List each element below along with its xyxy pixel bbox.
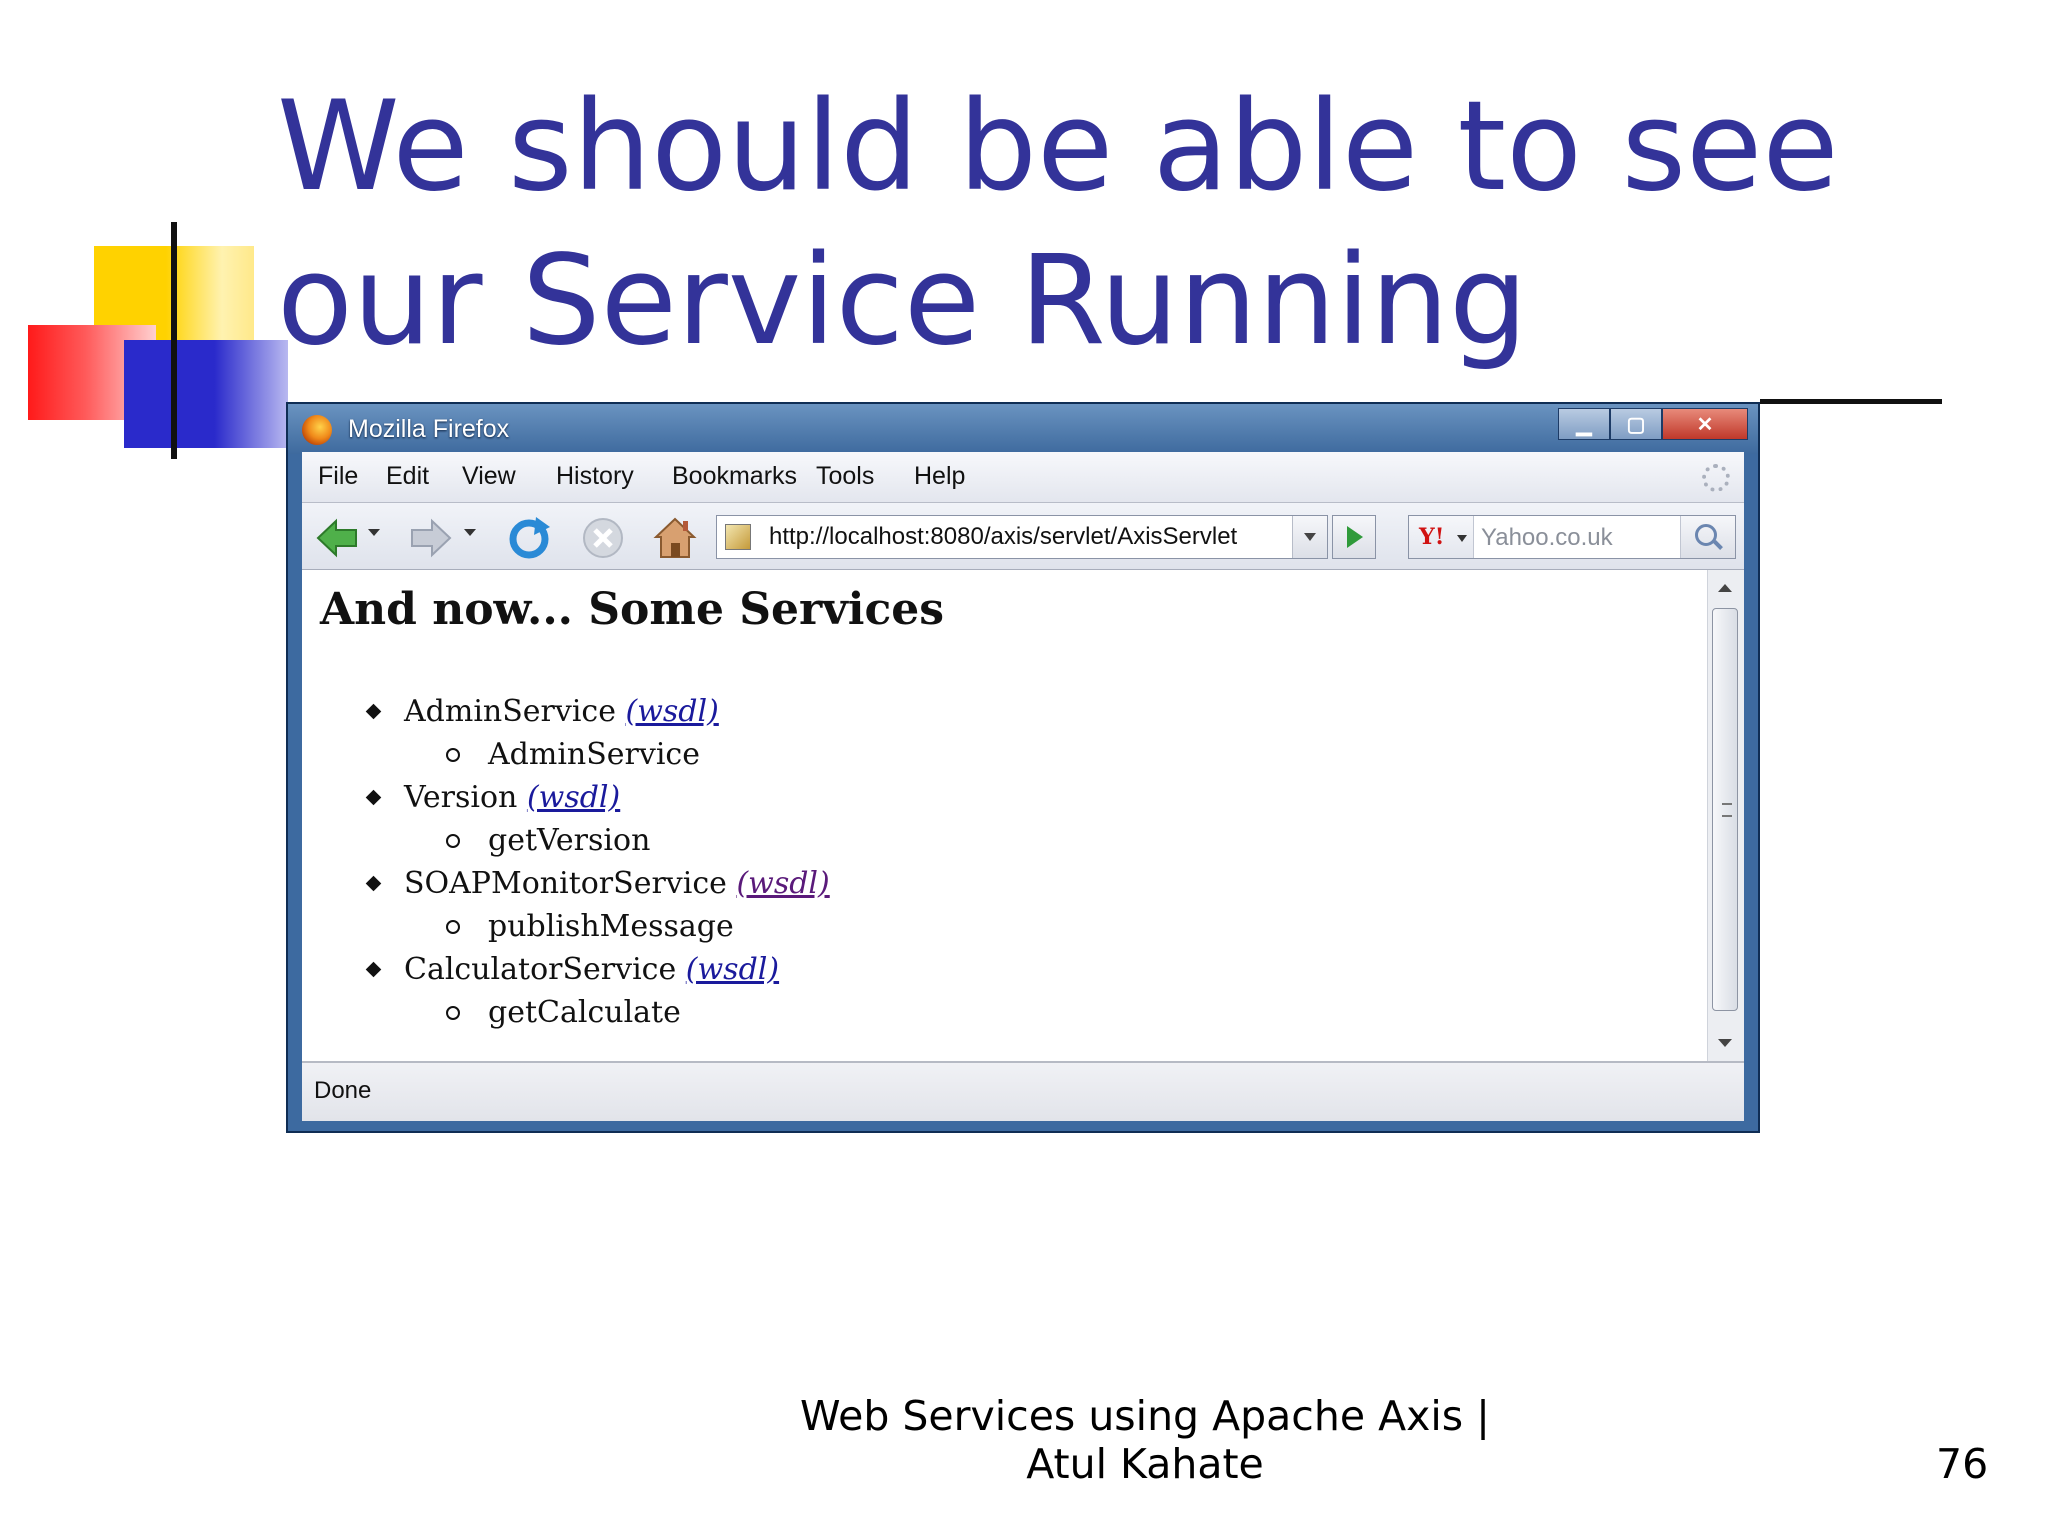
- operation-name: getCalculate: [488, 995, 681, 1030]
- search-box[interactable]: Y! Yahoo.co.uk: [1408, 515, 1736, 559]
- circle-bullet-icon: [446, 748, 460, 762]
- menu-view[interactable]: View: [462, 462, 516, 491]
- operation-item: getVersion: [358, 819, 830, 862]
- window-title: Mozilla Firefox: [348, 415, 510, 443]
- home-icon[interactable]: [652, 515, 698, 561]
- page-number: 76: [1936, 1440, 1989, 1488]
- page-heading: And now... Some Services: [320, 584, 945, 635]
- service-item: SOAPMonitorService (wsdl): [358, 862, 830, 905]
- grip-icon: [1722, 802, 1732, 817]
- menu-bar: File Edit View History Bookmarks Tools H…: [302, 452, 1744, 503]
- operation-item: getCalculate: [358, 991, 830, 1034]
- operation-name: publishMessage: [488, 909, 734, 944]
- wsdl-link[interactable]: (wsdl): [626, 694, 719, 729]
- service-name: AdminService: [404, 694, 616, 729]
- menu-history[interactable]: History: [556, 462, 634, 491]
- decorative-vertical-line: [171, 222, 177, 459]
- bullet-icon: [365, 703, 382, 720]
- scroll-thumb[interactable]: [1712, 608, 1738, 1011]
- footer-line-1: Web Services using Apache Axis |: [799, 1392, 1490, 1440]
- circle-bullet-icon: [446, 920, 460, 934]
- yahoo-logo-icon: Y!: [1419, 524, 1445, 550]
- go-button[interactable]: [1332, 515, 1376, 559]
- decorative-blue-square: [124, 340, 288, 448]
- service-name: CalculatorService: [404, 952, 677, 987]
- slide-footer: Web Services using Apache Axis | Atul Ka…: [780, 1392, 1510, 1488]
- service-name: SOAPMonitorService: [404, 866, 727, 901]
- vertical-scrollbar[interactable]: [1707, 570, 1744, 1061]
- bullet-icon: [365, 789, 382, 806]
- operation-name: getVersion: [488, 823, 651, 858]
- url-input[interactable]: http://localhost:8080/axis/servlet/AxisS…: [769, 523, 1237, 551]
- window-controls: ▁ ▢ ✕: [1558, 408, 1748, 440]
- browser-frame: File Edit View History Bookmarks Tools H…: [302, 452, 1744, 1121]
- operation-name: AdminService: [488, 737, 700, 772]
- decorative-horizontal-line: [1760, 399, 1942, 404]
- bullet-icon: [365, 961, 382, 978]
- service-name: Version: [404, 780, 518, 815]
- url-bar[interactable]: http://localhost:8080/axis/servlet/AxisS…: [716, 515, 1328, 559]
- page-content: And now... Some Services AdminService (w…: [302, 570, 1708, 1061]
- wsdl-link[interactable]: (wsdl): [686, 952, 779, 987]
- operation-item: AdminService: [358, 733, 830, 776]
- menu-bookmarks[interactable]: Bookmarks: [672, 462, 797, 491]
- forward-arrow-icon[interactable]: [408, 515, 454, 561]
- search-engine-selector[interactable]: Y!: [1409, 516, 1474, 558]
- maximize-button[interactable]: ▢: [1610, 408, 1662, 440]
- service-item: AdminService (wsdl): [358, 690, 830, 733]
- stop-icon[interactable]: [580, 515, 626, 561]
- operation-item: publishMessage: [358, 905, 830, 948]
- circle-bullet-icon: [446, 1006, 460, 1020]
- footer-line-2: Atul Kahate: [1026, 1440, 1264, 1488]
- back-arrow-icon[interactable]: [314, 515, 360, 561]
- scroll-down-icon[interactable]: [1718, 1039, 1732, 1047]
- reload-icon[interactable]: [506, 515, 552, 561]
- menu-tools[interactable]: Tools: [816, 462, 874, 491]
- service-item: Version (wsdl): [358, 776, 830, 819]
- wsdl-link[interactable]: (wsdl): [736, 866, 829, 901]
- close-button[interactable]: ✕: [1662, 408, 1748, 440]
- minimize-button[interactable]: ▁: [1558, 408, 1610, 440]
- throbber-icon: [1702, 464, 1730, 492]
- status-bar: Done: [302, 1061, 1744, 1121]
- services-list: AdminService (wsdl) AdminService Version…: [358, 690, 830, 1034]
- menu-edit[interactable]: Edit: [386, 462, 429, 491]
- page-favicon-icon: [725, 524, 751, 550]
- window-titlebar[interactable]: Mozilla Firefox ▁ ▢ ✕: [288, 404, 1758, 454]
- wsdl-link[interactable]: (wsdl): [527, 780, 620, 815]
- slide-title: We should be able to see our Service Run…: [277, 75, 1839, 373]
- firefox-logo-icon: [302, 415, 332, 445]
- status-text: Done: [314, 1077, 372, 1104]
- back-history-dropdown-icon[interactable]: [368, 529, 380, 536]
- navigation-toolbar: http://localhost:8080/axis/servlet/AxisS…: [302, 503, 1744, 570]
- search-input[interactable]: Yahoo.co.uk: [1481, 524, 1613, 552]
- bullet-icon: [365, 875, 382, 892]
- engine-dropdown-icon: [1457, 535, 1467, 542]
- circle-bullet-icon: [446, 834, 460, 848]
- service-item: CalculatorService (wsdl): [358, 948, 830, 991]
- url-dropdown-button[interactable]: [1292, 516, 1327, 558]
- browser-window: Mozilla Firefox ▁ ▢ ✕ File Edit View His…: [286, 402, 1760, 1133]
- magnifier-icon[interactable]: [1680, 516, 1735, 558]
- forward-history-dropdown-icon[interactable]: [464, 529, 476, 536]
- menu-file[interactable]: File: [318, 462, 358, 491]
- scroll-up-icon[interactable]: [1718, 584, 1732, 592]
- menu-help[interactable]: Help: [914, 462, 965, 491]
